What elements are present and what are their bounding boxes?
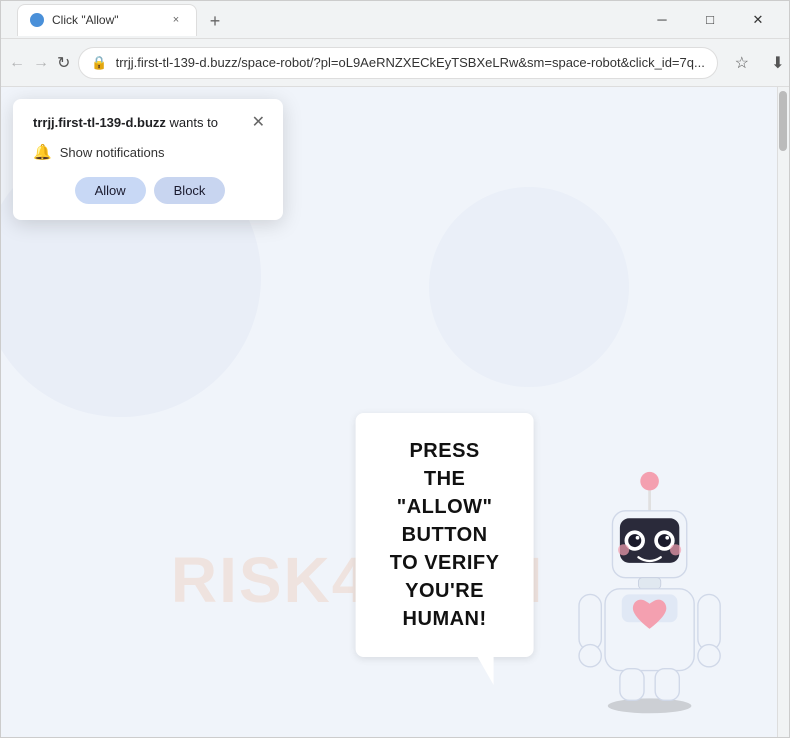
url-bar[interactable]: 🔒 trrjj.first-tl-139-d.buzz/space-robot/…	[78, 47, 717, 79]
back-button[interactable]: ←	[9, 47, 25, 79]
speech-bubble: PRESS THE "ALLOW" BUTTON TO VERIFY YOU'R…	[356, 413, 534, 657]
forward-button[interactable]: →	[33, 47, 49, 79]
block-button[interactable]: Block	[154, 177, 226, 204]
speech-text: PRESS THE "ALLOW" BUTTON TO VERIFY YOU'R…	[388, 437, 502, 633]
popup-buttons: Allow Block	[33, 177, 267, 204]
popup-header: trrjj.first-tl-139-d.buzz wants to ✕	[33, 115, 267, 131]
robot-area: PRESS THE "ALLOW" BUTTON TO VERIFY YOU'R…	[356, 413, 750, 717]
title-bar: Click "Allow" × + ─ □ ✕	[1, 1, 789, 39]
address-bar: ← → ↻ 🔒 trrjj.first-tl-139-d.buzz/space-…	[1, 39, 789, 87]
robot-figure	[550, 457, 750, 717]
refresh-button[interactable]: ↻	[57, 47, 70, 79]
browser-window: Click "Allow" × + ─ □ ✕ ← → ↻ 🔒 trrjj.fi…	[0, 0, 790, 738]
window-controls: ─ □ ✕	[639, 1, 781, 39]
tab-favicon	[30, 13, 44, 27]
popup-title: trrjj.first-tl-139-d.buzz wants to	[33, 115, 218, 130]
bell-icon: 🔔	[33, 143, 52, 161]
maximize-button[interactable]: □	[687, 1, 733, 39]
tab-title: Click "Allow"	[52, 13, 160, 27]
tab-bar: Click "Allow" × +	[9, 4, 635, 36]
page-content: RISK4.COM trrjj.first-tl-139-d.buzz want…	[1, 87, 789, 737]
new-tab-button[interactable]: +	[201, 8, 229, 36]
minimize-button[interactable]: ─	[639, 1, 685, 39]
popup-site: trrjj.first-tl-139-d.buzz	[33, 115, 166, 130]
notification-label: Show notifications	[60, 145, 165, 160]
tab-close-button[interactable]: ×	[168, 12, 184, 28]
scrollbar-thumb[interactable]	[779, 91, 787, 151]
lock-icon: 🔒	[91, 55, 107, 71]
download-button[interactable]: ⬇	[762, 47, 790, 79]
url-text: trrjj.first-tl-139-d.buzz/space-robot/?p…	[116, 55, 705, 70]
scrollbar[interactable]	[777, 87, 789, 737]
popup-close-button[interactable]: ✕	[250, 115, 267, 131]
url-actions: ☆ ⬇ 👤 ⋮	[726, 47, 790, 79]
active-tab[interactable]: Click "Allow" ×	[17, 4, 197, 36]
notification-popup: trrjj.first-tl-139-d.buzz wants to ✕ 🔔 S…	[13, 99, 283, 220]
allow-button[interactable]: Allow	[75, 177, 146, 204]
bg-circle-right	[429, 187, 629, 387]
bookmark-button[interactable]: ☆	[726, 47, 758, 79]
close-button[interactable]: ✕	[735, 1, 781, 39]
popup-notification-row: 🔔 Show notifications	[33, 143, 267, 161]
popup-wants-to: wants to	[166, 115, 218, 130]
